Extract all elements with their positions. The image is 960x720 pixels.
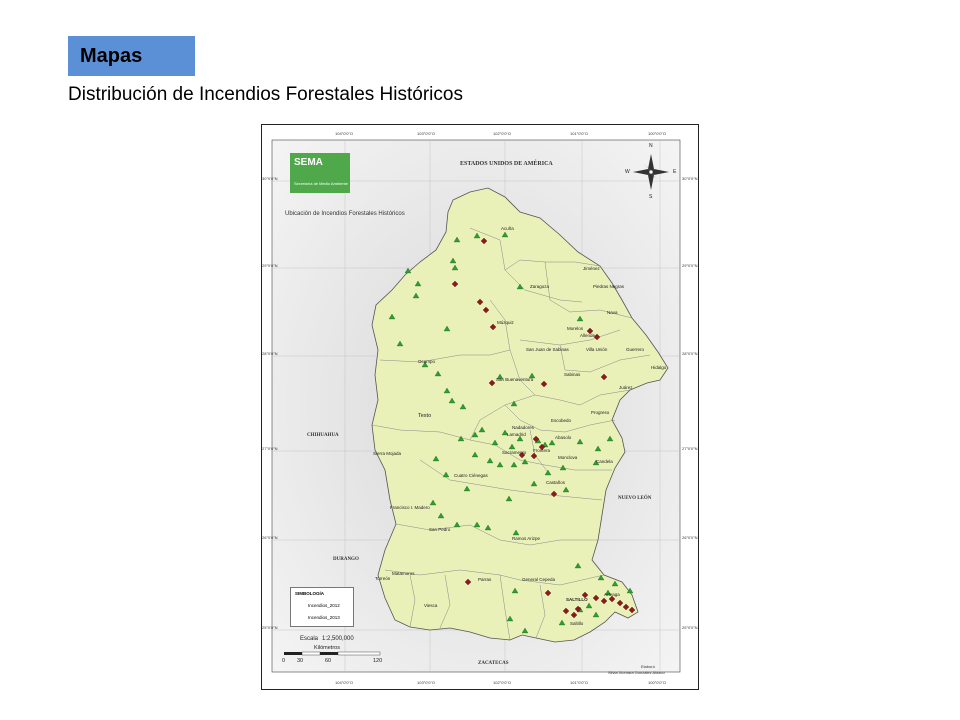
- map-legend: SIMBOLOGÍA Incendios_2012 Incendios_2013: [290, 587, 354, 627]
- muni-label: Jiménez: [583, 266, 600, 271]
- lon-label-104-bottom: 104°0'0"O: [335, 680, 354, 685]
- lat-label-26: 26°0'0"N: [262, 535, 278, 540]
- lat-label-26-right: 26°0'0"N: [682, 535, 698, 540]
- state-label-nuevo-leon: NUEVO LEÓN: [618, 496, 652, 501]
- muni-label: Cuatro Ciénegas: [454, 473, 488, 478]
- credit-line2: Silvia Xiomara González Aldaco: [608, 670, 665, 675]
- sema-logo: SEMA Secretaría de Medio Ambiente: [290, 153, 350, 193]
- muni-label: Morelos: [567, 326, 584, 331]
- lat-label-30-right: 30°0'0"N: [682, 176, 698, 181]
- state-label-zacatecas: ZACATECAS: [478, 661, 509, 666]
- muni-label: Sierra Mojada: [373, 451, 402, 456]
- muni-label: Nadadores: [512, 425, 535, 430]
- lat-label-30: 30°0'0"N: [262, 176, 278, 181]
- lat-label-27-right: 27°0'0"N: [682, 446, 698, 451]
- lon-label-101-bottom: 101°0'0"O: [570, 680, 589, 685]
- muni-label: SALTILLO: [566, 597, 588, 602]
- muni-label: Candela: [596, 459, 613, 464]
- muni-label: Parras: [478, 577, 492, 582]
- muni-label: Progreso: [591, 410, 610, 415]
- scale-ratio: 1:2,500,000: [322, 636, 354, 642]
- muni-label: Sacramento: [502, 450, 527, 455]
- muni-label: Villa Unión: [586, 347, 608, 352]
- muni-label: Nava: [607, 310, 618, 315]
- lat-label-28-right: 28°0'0"N: [682, 351, 698, 356]
- lon-label-103-bottom: 103°0'0"O: [417, 680, 436, 685]
- muni-label: Francisco I. Madero: [390, 505, 430, 510]
- state-label-chihuahua: CHIHUAHUA: [307, 433, 339, 438]
- scale-tick: 30: [297, 658, 304, 664]
- country-label: ESTADOS UNIDOS DE AMÉRICA: [460, 161, 553, 167]
- muni-label: Castaños: [546, 480, 566, 485]
- scale-label: Escala: [300, 636, 319, 642]
- muni-label: Ramos Arizpe: [512, 536, 541, 541]
- compass-n: N: [649, 143, 653, 149]
- muni-label: San Pedro: [429, 527, 451, 532]
- legend-item-2012: Incendios_2012: [308, 603, 340, 608]
- legend-title: SIMBOLOGÍA: [295, 591, 324, 596]
- lon-label-100-top: 100°0'0"O: [648, 131, 667, 136]
- muni-label: Zaragoza: [530, 284, 550, 289]
- lon-label-100-bottom: 100°0'0"O: [648, 680, 667, 685]
- scale-tick: 60: [325, 658, 332, 664]
- muni-label: Abasolo: [555, 435, 572, 440]
- muni-label: San Buenaventura: [496, 377, 534, 382]
- lat-label-27: 27°0'0"N: [262, 446, 278, 451]
- lon-label-101-top: 101°0'0"O: [570, 131, 589, 136]
- muni-label: Piedras Negras: [593, 284, 625, 289]
- legend-item-2013: Incendios_2013: [308, 615, 340, 620]
- muni-label: General Cepeda: [522, 577, 556, 582]
- muni-label: Juárez: [619, 385, 633, 390]
- muni-label: Matamoros: [392, 571, 415, 576]
- scale-units: Kilómetros: [314, 645, 340, 651]
- credit-line1: Elaboró: [641, 664, 655, 669]
- compass-s: S: [649, 194, 653, 200]
- scale-tick: 120: [373, 658, 383, 664]
- lon-label-102-bottom: 102°0'0"O: [493, 680, 512, 685]
- muni-label: Acuña: [501, 226, 514, 231]
- muni-label: Frontera: [533, 448, 551, 453]
- lon-label-104-top: 104°0'0"O: [335, 131, 354, 136]
- lon-label-103-top: 103°0'0"O: [417, 131, 436, 136]
- lat-label-29: 29°0'0"N: [262, 263, 278, 268]
- muni-label: Saltillo: [570, 621, 584, 626]
- muni-label: Viesca: [424, 603, 438, 608]
- muni-label: Monclova: [558, 455, 578, 460]
- muni-label: Allende: [580, 333, 596, 338]
- muni-label: Texto: [418, 413, 432, 419]
- muni-label: San Juan de Sabinas: [526, 347, 569, 352]
- lon-label-102-top: 102°0'0"O: [493, 131, 512, 136]
- muni-label: Torreón: [375, 576, 391, 581]
- muni-label: Lamadrid: [507, 432, 526, 437]
- scale-bar: [284, 651, 381, 656]
- lat-label-25-right: 25°0'0"N: [682, 625, 698, 630]
- lat-label-25: 25°0'0"N: [262, 625, 278, 630]
- map-title: Ubicación de Incendios Forestales Histór…: [285, 211, 405, 217]
- muni-label: Múzquiz: [497, 320, 514, 325]
- lat-label-29-right: 29°0'0"N: [682, 263, 698, 268]
- map-graphic: [271, 139, 681, 673]
- muni-label: Arteaga: [604, 592, 620, 597]
- muni-label: Sabinas: [564, 372, 581, 377]
- scale-tick: 0: [282, 658, 286, 664]
- muni-label: Hidalgo: [651, 365, 667, 370]
- muni-label: Guerrero: [626, 347, 645, 352]
- compass-e: E: [673, 169, 677, 175]
- muni-label: Ocampo: [418, 359, 436, 364]
- muni-label: Escobedo: [551, 418, 572, 423]
- lat-label-28: 28°0'0"N: [262, 351, 278, 356]
- logo-subtext: Secretaría de Medio Ambiente: [294, 181, 348, 186]
- compass-w: W: [625, 169, 630, 175]
- logo-text: SEMA: [294, 157, 323, 168]
- state-label-durango: DURANGO: [333, 557, 359, 562]
